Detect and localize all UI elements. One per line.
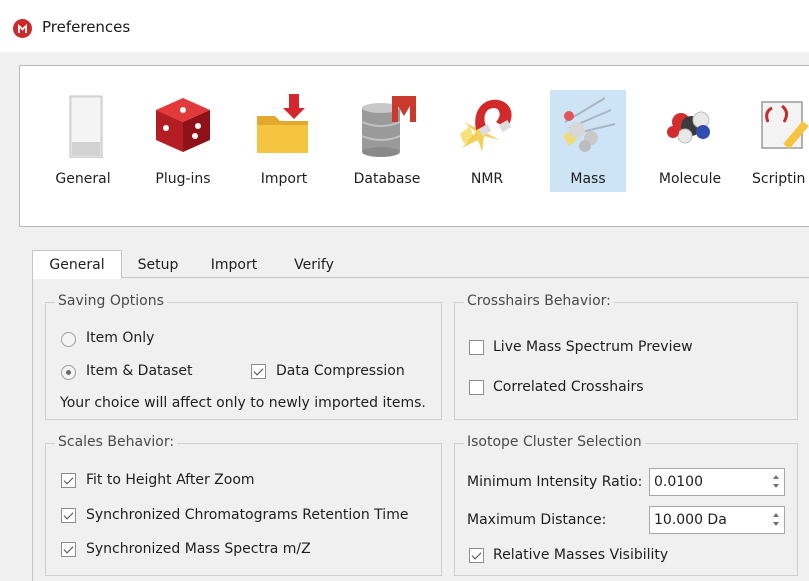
fit-height-label: Fit to Height After Zoom [86,472,255,488]
relative-masses-label: Relative Masses Visibility [493,547,669,563]
tab-general[interactable]: General [32,250,122,279]
sync-chromatograms-label: Synchronized Chromatograms Retention Tim… [86,507,409,523]
category-molecule[interactable]: Molecule [650,90,730,192]
min-intensity-spinbox[interactable]: 0.0100 [649,468,785,496]
script-icon [761,101,809,150]
max-distance-value: 10.000 Da [654,512,727,528]
group-title: Crosshairs Behavior: [464,293,614,309]
sync-mass-spectra-label: Synchronized Mass Spectra m/Z [86,541,311,557]
isotope-cluster-group: Isotope Cluster Selection Minimum Intens… [454,434,798,576]
saving-options-group: Saving Options Item Only Item & Dataset … [45,293,442,420]
category-database[interactable]: Database [346,90,428,192]
fit-height-checkbox[interactable] [61,473,76,488]
category-label: Scriptin [752,171,806,187]
category-plug-ins[interactable]: Plug-ins [146,90,220,192]
spin-up-icon[interactable] [773,475,779,479]
magnet-icon [460,99,512,152]
category-label: General [55,171,111,187]
tab-verify[interactable]: Verify [282,254,346,278]
min-intensity-value: 0.0100 [654,474,703,490]
spin-arrows[interactable] [768,469,784,495]
item-only-label: Item Only [86,330,155,346]
group-title: Isotope Cluster Selection [464,434,645,450]
dice-icon [156,98,210,152]
category-general[interactable]: General [48,90,118,192]
category-mass[interactable]: Mass [550,90,626,192]
switch-icon [69,95,103,158]
min-intensity-label: Minimum Intensity Ratio: [467,474,643,490]
item-dataset-label: Item & Dataset [86,363,193,379]
group-title: Scales Behavior: [55,434,178,450]
spin-down-icon[interactable] [773,484,779,488]
category-label: NMR [470,171,504,187]
correlated-crosshairs-label: Correlated Crosshairs [493,379,644,395]
category-label: Mass [570,171,606,187]
correlated-crosshairs-checkbox[interactable] [469,380,484,395]
data-compression-checkbox[interactable] [251,364,266,379]
mass-ions-icon [563,97,616,152]
tab-content-general: Saving Options Item Only Item & Dataset … [32,277,809,581]
import-folder-icon [257,94,308,153]
data-compression-label: Data Compression [276,363,405,379]
database-icon [361,96,416,157]
category-label: Molecule [658,171,722,187]
tab-setup[interactable]: Setup [126,254,190,278]
spin-down-icon[interactable] [773,522,779,526]
category-toolbar: General Plug-ins Import Database NMR Mas… [19,65,809,227]
saving-note: Your choice will affect only to newly im… [60,395,426,411]
molecule-icon [667,111,710,144]
sync-mass-spectra-checkbox[interactable] [61,542,76,557]
item-only-radio[interactable] [61,332,76,347]
sync-chromatograms-checkbox[interactable] [61,508,76,523]
category-label: Database [353,171,421,187]
title-bar: Preferences [0,0,809,52]
live-preview-checkbox[interactable] [469,340,484,355]
scales-behavior-group: Scales Behavior: Fit to Height After Zoo… [45,434,442,576]
tab-import[interactable]: Import [200,254,268,278]
category-label: Import [260,171,308,187]
live-preview-label: Live Mass Spectrum Preview [493,339,693,355]
category-scripting[interactable]: Scriptin [752,90,809,192]
max-distance-spinbox[interactable]: 10.000 Da [649,506,785,534]
category-nmr[interactable]: NMR [452,90,522,192]
category-import[interactable]: Import [248,90,320,192]
max-distance-label: Maximum Distance: [467,512,607,528]
window-title: Preferences [42,18,131,36]
spin-arrows[interactable] [768,507,784,533]
item-dataset-radio[interactable] [61,365,76,380]
relative-masses-checkbox[interactable] [469,548,484,563]
category-label: Plug-ins [155,171,211,187]
crosshairs-group: Crosshairs Behavior: Live Mass Spectrum … [454,293,798,420]
app-logo-icon [13,19,32,38]
group-title: Saving Options [55,293,167,309]
spin-up-icon[interactable] [773,513,779,517]
